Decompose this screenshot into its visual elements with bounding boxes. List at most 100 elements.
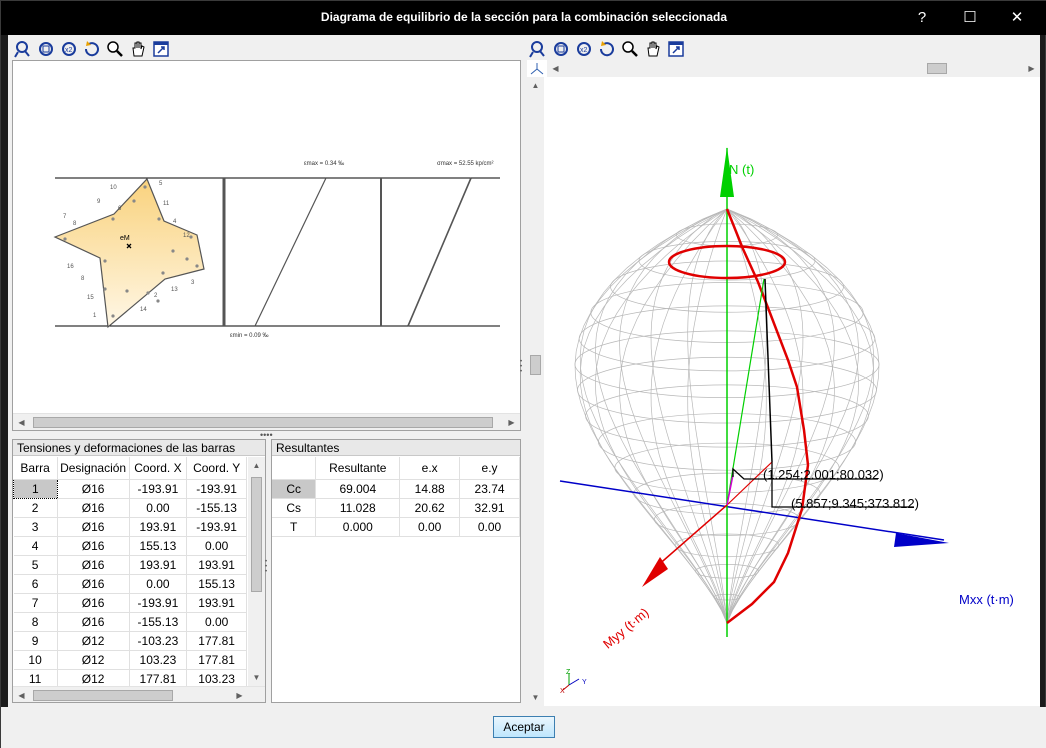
scroll-right-icon[interactable]: ▶: [231, 687, 248, 702]
refresh-zoom-icon[interactable]: [83, 40, 101, 58]
table-cell[interactable]: Ø16: [57, 593, 130, 613]
table-cell[interactable]: 10: [13, 650, 58, 670]
pan-hand-icon[interactable]: [644, 40, 662, 58]
table-cell[interactable]: 0.00: [129, 498, 188, 518]
maximize-button[interactable]: ☐: [955, 7, 985, 29]
table-row[interactable]: 10 Ø12 103.23 177.81: [13, 650, 247, 670]
table-cell[interactable]: 193.91: [129, 555, 188, 575]
table-cell[interactable]: 7: [13, 593, 58, 613]
col-header-resultante[interactable]: Resultante: [315, 457, 401, 480]
col-header-designacion[interactable]: Designación: [57, 457, 130, 480]
scroll-thumb[interactable]: [33, 690, 173, 701]
table-cell[interactable]: 3: [13, 517, 58, 537]
table-row[interactable]: T 0.000 0.00 0.00: [272, 517, 520, 537]
table-cell[interactable]: 0.00: [399, 517, 461, 537]
table-cell[interactable]: 20.62: [399, 498, 461, 518]
table-row[interactable]: 5 Ø16 193.91 193.91: [13, 555, 247, 575]
scroll-up-icon[interactable]: ▲: [527, 77, 544, 94]
table-cell[interactable]: -155.13: [186, 498, 247, 518]
table-cell[interactable]: -193.91: [129, 593, 188, 613]
scroll-right-icon[interactable]: ▶: [503, 414, 520, 431]
table-cell[interactable]: Ø16: [57, 517, 130, 537]
zoom-window-icon[interactable]: [37, 40, 55, 58]
scroll-thumb[interactable]: [927, 63, 947, 74]
zoom-extents-icon[interactable]: [529, 40, 547, 58]
table-cell[interactable]: -155.13: [129, 612, 188, 632]
table-cell[interactable]: 103.23: [129, 650, 188, 670]
table-splitter-grip[interactable]: • • •: [265, 559, 270, 575]
table-cell[interactable]: T: [272, 517, 317, 537]
table-cell[interactable]: 9: [13, 631, 58, 651]
col-header-ey[interactable]: e.y: [459, 457, 520, 480]
table-cell[interactable]: 2: [13, 498, 58, 518]
view3d-vscrollbar[interactable]: ▲ ▼: [527, 77, 544, 706]
col-header-ex[interactable]: e.x: [399, 457, 461, 480]
table-cell[interactable]: -193.91: [129, 479, 188, 499]
table-row[interactable]: Cs 11.028 20.62 32.91: [272, 498, 520, 518]
scroll-down-icon[interactable]: ▼: [527, 689, 544, 706]
zoom-x2-icon[interactable]: x2: [60, 40, 78, 58]
table-cell[interactable]: 1: [13, 478, 58, 499]
zoom-extents-icon[interactable]: [14, 40, 32, 58]
scroll-thumb[interactable]: [530, 355, 541, 375]
table-cell[interactable]: 193.91: [129, 517, 188, 537]
scroll-up-icon[interactable]: ▲: [248, 457, 265, 474]
table-cell[interactable]: Ø16: [57, 536, 130, 556]
table-cell[interactable]: 0.00: [186, 612, 247, 632]
table-cell[interactable]: 177.81: [186, 650, 247, 670]
table-row[interactable]: 3 Ø16 193.91 -193.91: [13, 517, 247, 537]
table-row[interactable]: 1 Ø16 -193.91 -193.91: [13, 478, 247, 499]
zoom-icon[interactable]: [106, 40, 124, 58]
table-cell[interactable]: 8: [13, 612, 58, 632]
col-header-barra[interactable]: Barra: [13, 457, 58, 480]
refresh-zoom-icon[interactable]: [598, 40, 616, 58]
table-row[interactable]: 9 Ø12 -103.23 177.81: [13, 631, 247, 651]
view3d-canvas[interactable]: [544, 77, 1040, 706]
table-cell[interactable]: -193.91: [186, 479, 247, 499]
section-hscrollbar[interactable]: ◀ ▶: [13, 413, 520, 430]
table-cell[interactable]: Ø12: [57, 631, 130, 651]
accept-button[interactable]: Aceptar: [493, 716, 555, 738]
table-cell[interactable]: 6: [13, 574, 58, 594]
zoom-x2-icon[interactable]: x2: [575, 40, 593, 58]
close-button[interactable]: ✕: [1002, 7, 1032, 29]
view3d-hscrollbar[interactable]: ◀ ▶: [547, 60, 1040, 77]
export-view-icon[interactable]: [152, 40, 170, 58]
bars-vscrollbar[interactable]: ▲ ▼: [248, 457, 265, 686]
zoom-window-icon[interactable]: [552, 40, 570, 58]
table-cell[interactable]: 0.00: [186, 536, 247, 556]
scroll-thumb[interactable]: [33, 417, 493, 428]
table-cell[interactable]: 0.00: [129, 574, 188, 594]
export-view-icon[interactable]: [667, 40, 685, 58]
table-cell[interactable]: -193.91: [186, 517, 247, 537]
table-cell[interactable]: 5: [13, 555, 58, 575]
zoom-icon[interactable]: [621, 40, 639, 58]
table-cell[interactable]: 193.91: [186, 593, 247, 613]
table-row[interactable]: 8 Ø16 -155.13 0.00: [13, 612, 247, 632]
table-cell[interactable]: 4: [13, 536, 58, 556]
table-cell[interactable]: 155.13: [186, 574, 247, 594]
table-row[interactable]: 2 Ø16 0.00 -155.13: [13, 498, 247, 518]
table-cell[interactable]: 0.00: [459, 517, 520, 537]
col-header-coord-y[interactable]: Coord. Y: [186, 457, 247, 480]
table-cell[interactable]: 23.74: [459, 479, 520, 499]
scroll-left-icon[interactable]: ◀: [547, 60, 564, 77]
table-cell[interactable]: 0.000: [315, 517, 401, 537]
table-row[interactable]: 7 Ø16 -193.91 193.91: [13, 593, 247, 613]
bars-hscrollbar[interactable]: ◀ ▶: [13, 686, 265, 702]
table-cell[interactable]: Ø16: [57, 574, 130, 594]
table-cell[interactable]: 193.91: [186, 555, 247, 575]
table-row[interactable]: Cc 69.004 14.88 23.74: [272, 479, 520, 499]
table-cell[interactable]: Cc: [272, 479, 317, 499]
table-cell[interactable]: Cs: [272, 498, 317, 518]
table-cell[interactable]: -103.23: [129, 631, 188, 651]
scroll-left-icon[interactable]: ◀: [13, 414, 30, 431]
table-cell[interactable]: 69.004: [315, 479, 401, 499]
table-cell[interactable]: Ø16: [57, 498, 130, 518]
col-header-coord-x[interactable]: Coord. X: [129, 457, 188, 480]
table-cell[interactable]: Ø12: [57, 650, 130, 670]
table-cell[interactable]: 14.88: [399, 479, 461, 499]
table-cell[interactable]: Ø16: [57, 612, 130, 632]
table-row[interactable]: 6 Ø16 0.00 155.13: [13, 574, 247, 594]
scroll-left-icon[interactable]: ◀: [13, 687, 30, 702]
